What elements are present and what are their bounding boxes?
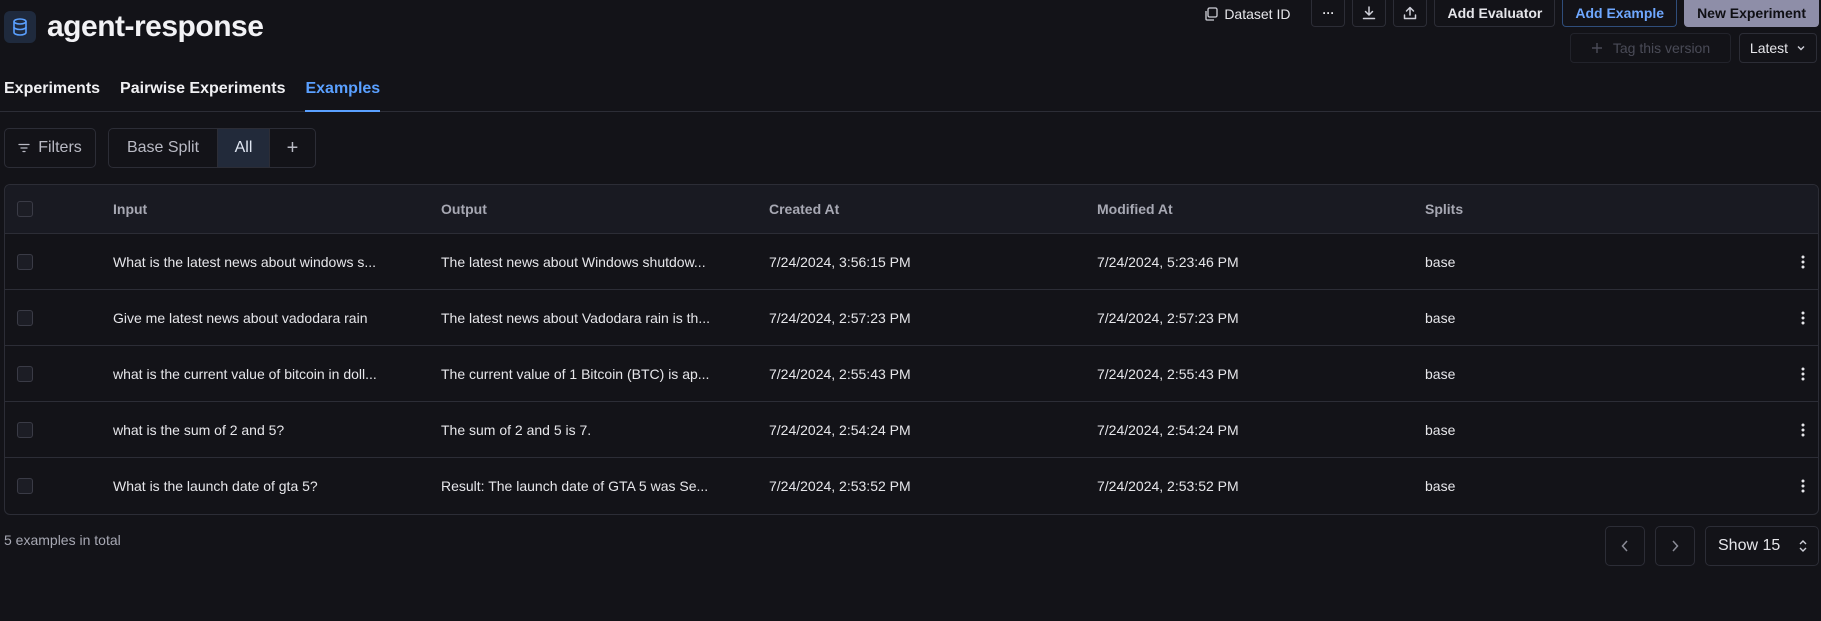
row-menu-icon[interactable]	[1793, 476, 1813, 496]
page-size-select[interactable]: Show 15	[1705, 526, 1819, 566]
toolbar: Dataset ID ··· Add Evaluator Add Example…	[1200, 0, 1819, 27]
splits-cell: base	[1425, 253, 1456, 270]
row-menu-icon[interactable]	[1793, 308, 1813, 328]
column-header-splits[interactable]: Splits	[1425, 185, 1463, 233]
chevron-down-icon	[1797, 46, 1805, 51]
upload-icon	[1404, 6, 1417, 20]
output-cell: The latest news about Vadodara rain is t…	[441, 309, 711, 326]
previous-page-button[interactable]	[1605, 526, 1645, 566]
add-example-button[interactable]: Add Example	[1562, 0, 1678, 27]
table-row[interactable]: what is the sum of 2 and 5? The sum of 2…	[5, 402, 1818, 458]
input-cell: What is the launch date of gta 5?	[113, 478, 318, 494]
select-all-cell	[17, 185, 33, 233]
filters-label: Filters	[38, 139, 82, 156]
modified-at-cell: 7/24/2024, 2:53:52 PM	[1097, 478, 1239, 494]
dataset-id-button[interactable]: Dataset ID	[1200, 0, 1304, 27]
plus-icon	[1591, 43, 1602, 53]
plus-icon: +	[286, 136, 299, 159]
created-at-cell: 7/24/2024, 3:56:15 PM	[769, 253, 911, 270]
row-checkbox[interactable]	[17, 365, 33, 382]
filter-icon	[18, 143, 30, 153]
page-size-label: Show 15	[1718, 537, 1781, 554]
modified-at-cell: 7/24/2024, 2:54:24 PM	[1097, 421, 1239, 438]
table-row[interactable]: What is the launch date of gta 5? Result…	[5, 458, 1818, 514]
created-at-cell: 7/24/2024, 2:55:43 PM	[769, 365, 911, 382]
row-checkbox[interactable]	[17, 421, 33, 438]
splits-cell: base	[1425, 421, 1456, 438]
tag-version-button[interactable]: Tag this version	[1570, 33, 1731, 63]
examples-table: Input Output Created At Modified At Spli…	[4, 184, 1819, 515]
more-icon: ···	[1322, 6, 1335, 20]
row-checkbox[interactable]	[17, 478, 33, 494]
total-count: 5 examples in total	[4, 532, 121, 548]
row-menu-icon[interactable]	[1793, 420, 1813, 440]
page-title: agent-response	[47, 10, 264, 43]
version-select[interactable]: Latest	[1739, 33, 1817, 63]
version-bar: Tag this version Latest	[1570, 33, 1817, 63]
copy-icon	[1205, 6, 1218, 21]
download-button[interactable]	[1352, 0, 1387, 27]
splits-cell: base	[1425, 478, 1456, 494]
input-cell: Give me latest news about vadodara rain	[113, 309, 368, 326]
table-row[interactable]: What is the latest news about windows s.…	[5, 234, 1818, 290]
split-all[interactable]: All	[218, 129, 270, 167]
database-icon	[4, 11, 36, 43]
tab-experiments[interactable]: Experiments	[4, 76, 100, 112]
table-row[interactable]: Give me latest news about vadodara rain …	[5, 290, 1818, 346]
column-header-output[interactable]: Output	[441, 185, 487, 233]
tab-pairwise-experiments[interactable]: Pairwise Experiments	[120, 76, 285, 112]
more-button[interactable]: ···	[1311, 0, 1346, 27]
table-row[interactable]: what is the current value of bitcoin in …	[5, 346, 1818, 402]
created-at-cell: 7/24/2024, 2:53:52 PM	[769, 478, 911, 494]
tag-version-label: Tag this version	[1612, 40, 1711, 56]
table-header: Input Output Created At Modified At Spli…	[5, 185, 1818, 234]
tab-examples[interactable]: Examples	[305, 76, 381, 112]
dataset-id-label: Dataset ID	[1224, 5, 1291, 22]
output-cell: The latest news about Windows shutdow...	[441, 253, 706, 270]
modified-at-cell: 7/24/2024, 5:23:46 PM	[1097, 253, 1239, 270]
chevron-up-down-icon	[1799, 540, 1807, 552]
pagination: Show 15	[1605, 526, 1819, 566]
tab-bar: Experiments Pairwise Experiments Example…	[0, 76, 1821, 112]
version-label: Latest	[1749, 40, 1789, 56]
split-selector: Base Split All +	[108, 128, 316, 168]
split-base[interactable]: Base Split	[109, 129, 218, 167]
output-cell: The current value of 1 Bitcoin (BTC) is …	[441, 365, 710, 382]
title-area: agent-response	[4, 10, 264, 44]
add-evaluator-button[interactable]: Add Evaluator	[1434, 0, 1556, 27]
modified-at-cell: 7/24/2024, 2:55:43 PM	[1097, 365, 1239, 382]
row-menu-icon[interactable]	[1793, 252, 1813, 272]
column-header-created-at[interactable]: Created At	[769, 185, 839, 233]
select-all-checkbox[interactable]	[17, 201, 33, 217]
page: agent-response Dataset ID ··· Add Evalua…	[0, 0, 1821, 621]
output-cell: Result: The launch date of GTA 5 was Se.…	[441, 478, 709, 494]
created-at-cell: 7/24/2024, 2:54:24 PM	[769, 421, 911, 438]
next-page-button[interactable]	[1655, 526, 1695, 566]
input-cell: what is the sum of 2 and 5?	[113, 421, 285, 438]
row-checkbox[interactable]	[17, 309, 33, 326]
new-experiment-button[interactable]: New Experiment	[1684, 0, 1819, 27]
output-cell: The sum of 2 and 5 is 7.	[441, 421, 592, 438]
download-icon	[1363, 6, 1376, 20]
filter-row: Filters Base Split All +	[4, 128, 316, 168]
column-header-modified-at[interactable]: Modified At	[1097, 185, 1173, 233]
column-header-input[interactable]: Input	[113, 185, 147, 233]
input-cell: What is the latest news about windows s.…	[113, 253, 377, 270]
created-at-cell: 7/24/2024, 2:57:23 PM	[769, 309, 911, 326]
upload-button[interactable]	[1393, 0, 1428, 27]
row-menu-icon[interactable]	[1793, 364, 1813, 384]
chevron-right-icon	[1672, 540, 1679, 552]
modified-at-cell: 7/24/2024, 2:57:23 PM	[1097, 309, 1239, 326]
add-split-button[interactable]: +	[270, 129, 315, 167]
chevron-left-icon	[1621, 540, 1628, 552]
row-checkbox[interactable]	[17, 253, 33, 270]
header: agent-response Dataset ID ··· Add Evalua…	[4, 0, 1819, 70]
filters-button[interactable]: Filters	[4, 128, 96, 168]
splits-cell: base	[1425, 309, 1456, 326]
input-cell: what is the current value of bitcoin in …	[113, 365, 377, 382]
splits-cell: base	[1425, 365, 1456, 382]
